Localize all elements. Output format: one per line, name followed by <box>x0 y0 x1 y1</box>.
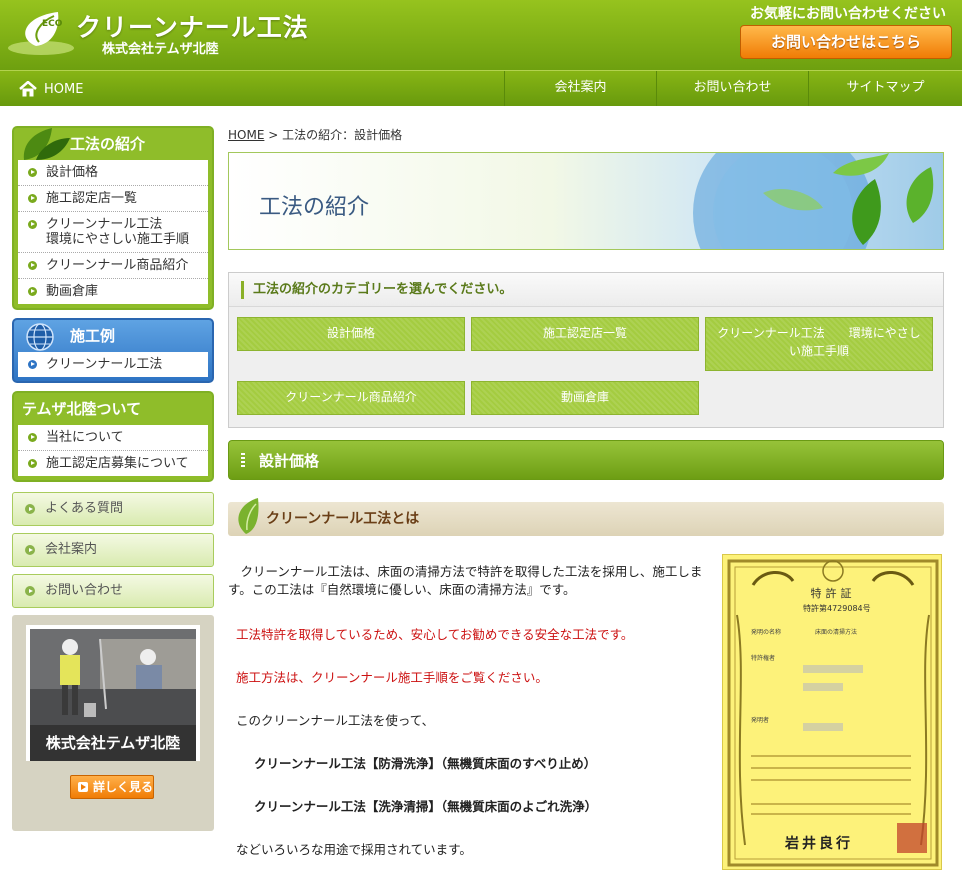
nav-item-contact[interactable]: お問い合わせ <box>656 71 808 106</box>
sidebar-link-contact[interactable]: お問い合わせ <box>12 574 214 608</box>
sidebar-item-videos[interactable]: 動画倉庫 <box>18 279 208 304</box>
eco-leaf-logo-icon[interactable]: ECO <box>6 8 76 56</box>
usage-cleaning: クリーンナール工法【洗浄清掃】（無機質床面のよごれ洗浄） <box>254 799 598 814</box>
sidebar-examples-title: 施工例 <box>70 327 116 345</box>
sidebar-item-certified-shops[interactable]: 施工認定店一覧 <box>18 186 208 212</box>
sidebar-item-about-us[interactable]: 当社について <box>18 425 208 451</box>
usage-anti-slip: クリーンナール工法【防滑洗浄】（無機質床面のすべり止め） <box>254 756 597 771</box>
category-button-videos[interactable]: 動画倉庫 <box>471 381 699 415</box>
arrow-bullet-icon <box>25 586 35 596</box>
certificate-value-invention: 床面の清掃方法 <box>815 629 858 636</box>
intro-paragraph: クリーンナール工法は、床面の清掃方法で特許を取得した工法を採用し、施工します。こ… <box>228 564 703 597</box>
sidebar-about-title: テムザ北陸ついて <box>22 400 142 418</box>
main-content: HOME > 工法の紹介：設計価格 工法の紹介 工法の紹介のカテゴリーを選んでく… <box>228 126 944 870</box>
category-button-certified-shops[interactable]: 施工認定店一覧 <box>471 317 699 351</box>
section-title-bar: 設計価格 <box>228 440 944 480</box>
contact-prompt: お気軽にお問い合わせください <box>750 6 946 22</box>
sidebar-method-head: 工法の紹介 <box>14 128 212 160</box>
sidebar-examples-list: クリーンナール工法 <box>18 352 208 377</box>
nav-item-sitemap[interactable]: サイトマップ <box>808 71 962 106</box>
banner-photo-frame[interactable]: 株式会社テムザ北陸 <box>26 625 200 761</box>
global-nav: HOME 会社案内 お問い合わせ サイトマップ <box>0 70 962 106</box>
arrow-bullet-icon <box>25 545 35 555</box>
certificate-signature: 岩井良行 <box>785 836 853 852</box>
category-button-price[interactable]: 設計価格 <box>237 317 465 351</box>
leaf-icon <box>23 128 70 160</box>
hero-banner: 工法の紹介 <box>228 152 944 250</box>
sidebar: 工法の紹介 設計価格 施工認定店一覧 クリーンナール工法 環境にやさしい施工手順 … <box>12 126 214 831</box>
sidebar-examples-head: 施工例 <box>14 320 212 352</box>
globe-leaves-image <box>693 153 934 249</box>
sidebar-method-list: 設計価格 施工認定店一覧 クリーンナール工法 環境にやさしい施工手順 クリーンナー… <box>18 160 208 304</box>
banner-caption: 株式会社テムザ北陸 <box>30 725 196 761</box>
usage-summary: などいろいろな用途で採用されています。 <box>236 842 472 857</box>
subsection-title: クリーンナール工法とは <box>266 511 420 527</box>
sidebar-examples-box: 施工例 クリーンナール工法 <box>12 318 214 383</box>
svg-text:ECO: ECO <box>42 19 63 29</box>
sidebar-about-box: テムザ北陸ついて 当社について 施工認定店募集について <box>12 391 214 482</box>
company-subtitle: 株式会社テムザ北陸 <box>102 42 219 57</box>
breadcrumb-current: 工法の紹介：設計価格 <box>282 128 403 142</box>
nav-home-label: HOME <box>44 81 84 97</box>
site-header: ECO クリーンナール工法 株式会社テムザ北陸 お気軽にお問い合わせください お… <box>0 0 962 70</box>
sidebar-link-faq[interactable]: よくある質問 <box>12 492 214 526</box>
certificate-label-inventor: 発明者 <box>751 717 770 724</box>
arrow-bullet-icon <box>28 261 37 270</box>
certificate-title: 特許証 <box>810 587 856 600</box>
certificate-label-invention: 発明の名称 <box>751 629 782 636</box>
arrow-bullet-icon <box>28 459 37 468</box>
sidebar-banner: 株式会社テムザ北陸 詳しく見る <box>12 615 214 831</box>
worker-photo-image <box>30 629 196 725</box>
hero-title: 工法の紹介 <box>259 195 370 220</box>
sidebar-method-title: 工法の紹介 <box>70 135 146 153</box>
nav-item-company[interactable]: 会社案内 <box>504 71 656 106</box>
patent-certificate-image[interactable]: 特許証 特許第4729084号 発明の名称 床面の清掃方法 特許権者 発明者 岩… <box>722 554 942 870</box>
sidebar-item-procedure[interactable]: クリーンナール工法 環境にやさしい施工手順 <box>18 212 208 253</box>
category-button-procedure[interactable]: クリーンナール工法 環境にやさしい施工手順 <box>705 317 933 371</box>
breadcrumb: HOME > 工法の紹介：設計価格 <box>228 126 944 152</box>
sidebar-about-list: 当社について 施工認定店募集について <box>18 425 208 476</box>
category-button-products[interactable]: クリーンナール商品紹介 <box>237 381 465 415</box>
arrow-bullet-icon <box>25 504 35 514</box>
patent-note: 工法特許を取得しているため、安心してお勧めできる安全な工法です。 <box>236 627 634 642</box>
sidebar-method-box: 工法の紹介 設計価格 施工認定店一覧 クリーンナール工法 環境にやさしい施工手順 … <box>12 126 214 310</box>
sidebar-item-example-cleannail[interactable]: クリーンナール工法 <box>18 352 208 377</box>
usage-lead: このクリーンナール工法を使って、 <box>236 713 435 728</box>
arrow-bullet-icon <box>28 168 37 177</box>
certificate-number: 特許第4729084号 <box>803 604 871 613</box>
arrow-bullet-icon <box>28 220 37 229</box>
nav-home[interactable]: HOME <box>18 81 83 97</box>
home-icon <box>19 81 37 97</box>
sidebar-about-head: テムザ北陸ついて <box>14 393 212 425</box>
sidebar-item-recruit-shops[interactable]: 施工認定店募集について <box>18 451 208 476</box>
arrow-bullet-icon <box>28 433 37 442</box>
sidebar-item-price[interactable]: 設計価格 <box>18 160 208 186</box>
arrow-bullet-icon <box>28 287 37 296</box>
breadcrumb-home-link[interactable]: HOME <box>228 128 264 142</box>
arrow-bullet-icon <box>28 194 37 203</box>
certificate-label-holder: 特許権者 <box>751 655 776 662</box>
category-heading: 工法の紹介のカテゴリーを選んでください。 <box>229 273 943 307</box>
arrow-icon <box>78 782 88 792</box>
sidebar-link-company[interactable]: 会社案内 <box>12 533 214 567</box>
globe-icon <box>26 323 54 351</box>
leaf-badge-icon <box>238 498 259 534</box>
sidebar-item-products[interactable]: クリーンナール商品紹介 <box>18 253 208 279</box>
sidebar-flat-links: よくある質問 会社案内 お問い合わせ <box>12 492 214 608</box>
arrow-bullet-icon <box>28 360 37 369</box>
contact-us-button[interactable]: お問い合わせはこちら <box>740 25 952 59</box>
procedure-note: 施工方法は、クリーンナール施工手順をご覧ください。 <box>236 670 548 685</box>
breadcrumb-separator: > <box>264 128 283 142</box>
detail-button[interactable]: 詳しく見る <box>70 775 154 799</box>
category-panel: 工法の紹介のカテゴリーを選んでください。 設計価格 施工認定店一覧 クリーンナー… <box>228 272 944 428</box>
subsection-title-bar: クリーンナール工法とは <box>228 498 944 536</box>
